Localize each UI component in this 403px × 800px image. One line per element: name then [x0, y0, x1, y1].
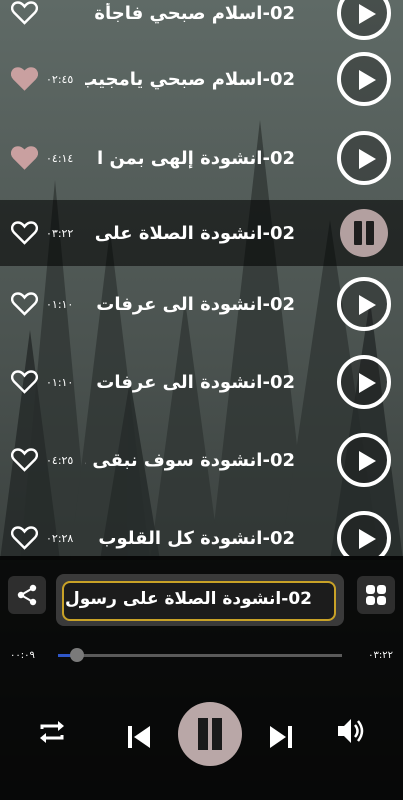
track-row[interactable]: ٠٢:٤٥ 02-اسلام صبحي يامجيب: [0, 46, 403, 112]
track-title: 02-انشودة كل القلوب: [98, 527, 295, 549]
track-title: 02-انشودة الصلاة على: [94, 222, 295, 244]
grid-button[interactable]: [357, 576, 395, 614]
play-pause-button[interactable]: [178, 702, 242, 766]
heart-icon[interactable]: [11, 526, 38, 550]
volume-icon[interactable]: [334, 714, 368, 748]
play-icon: [359, 4, 376, 24]
share-button[interactable]: [8, 576, 46, 614]
play-icon: [359, 149, 376, 169]
track-duration: ٠٢:٤٥: [46, 72, 74, 86]
track-row[interactable]: ٠١:١٠ 02-انشودة الى عرفات: [0, 349, 403, 415]
track-title: 02-انشودة الى عرفات: [96, 293, 295, 315]
heart-icon[interactable]: [11, 448, 38, 472]
track-title: 02-اسلام صبحي يامجيب: [85, 68, 295, 90]
track-title: 02-اسلام صبحي فاجأة: [94, 2, 295, 24]
now-playing-box: 02-انشودة الصلاة على رسول الل: [56, 574, 344, 626]
now-playing-title: 02-انشودة الصلاة على رسول الل: [64, 589, 312, 609]
play-icon: [359, 295, 376, 315]
repeat-icon[interactable]: [36, 716, 68, 748]
seek-bar-fill: [58, 654, 71, 657]
track-title: 02-انشودة الى عرفات: [96, 371, 295, 393]
player-panel: 02-انشودة الصلاة على رسول الل ٠٠:٠٩ ٠٣:٢…: [0, 556, 403, 800]
track-duration: ٠١:١٠: [46, 297, 74, 311]
track-row[interactable]: ٠١:١٠ 02-انشودة الى عرفات: [0, 271, 403, 337]
track-pause-button[interactable]: [340, 209, 388, 257]
track-play-button[interactable]: [337, 433, 391, 487]
track-duration: ٠٤:١٤: [46, 151, 74, 165]
track-row[interactable]: 02-اسلام صبحي فاجأة: [0, 0, 403, 46]
track-duration: ٠٤:٢٥: [46, 453, 74, 467]
play-icon: [359, 451, 376, 471]
heart-icon[interactable]: [11, 1, 38, 25]
track-title: 02-انشودة إلهى بمن ا: [97, 147, 295, 169]
skip-next-icon[interactable]: [266, 722, 296, 752]
track-list[interactable]: 02-اسلام صبحي فاجأة ٠٢:٤٥ 02-اسلام صبحي يا…: [0, 0, 403, 556]
seek-thumb[interactable]: [69, 648, 84, 662]
seek-bar[interactable]: [58, 654, 342, 657]
share-icon: [17, 584, 37, 606]
track-play-button[interactable]: [337, 0, 391, 40]
grid-icon: [366, 585, 386, 605]
track-play-button[interactable]: [337, 52, 391, 106]
track-row[interactable]: ٠٤:٢٥ 02-انشودة سوف نبقى ه: [0, 427, 403, 493]
track-play-button[interactable]: [337, 355, 391, 409]
elapsed-time: ٠٠:٠٩: [10, 650, 35, 661]
track-row[interactable]: ٠٣:٢٢ 02-انشودة الصلاة على: [0, 200, 403, 266]
track-title: 02-انشودة سوف نبقى ه: [85, 449, 295, 471]
heart-icon[interactable]: [11, 292, 38, 316]
track-duration: ٠١:١٠: [46, 375, 74, 389]
total-time: ٠٣:٢٢: [368, 650, 393, 661]
play-icon: [359, 70, 376, 90]
track-play-button[interactable]: [337, 131, 391, 185]
track-play-button[interactable]: [337, 511, 391, 556]
play-icon: [359, 529, 376, 549]
track-play-button[interactable]: [337, 277, 391, 331]
track-duration: ٠٣:٢٢: [46, 226, 74, 240]
track-row[interactable]: ٠٢:٢٨ 02-انشودة كل القلوب: [0, 505, 403, 556]
heart-icon[interactable]: [11, 67, 38, 91]
heart-icon[interactable]: [11, 370, 38, 394]
heart-icon[interactable]: [11, 221, 38, 245]
play-icon: [359, 373, 376, 393]
heart-icon[interactable]: [11, 146, 38, 170]
skip-previous-icon[interactable]: [124, 722, 154, 752]
track-duration: ٠٢:٢٨: [46, 531, 74, 545]
now-playing-frame: 02-انشودة الصلاة على رسول الل: [62, 581, 336, 621]
track-row[interactable]: ٠٤:١٤ 02-انشودة إلهى بمن ا: [0, 125, 403, 191]
